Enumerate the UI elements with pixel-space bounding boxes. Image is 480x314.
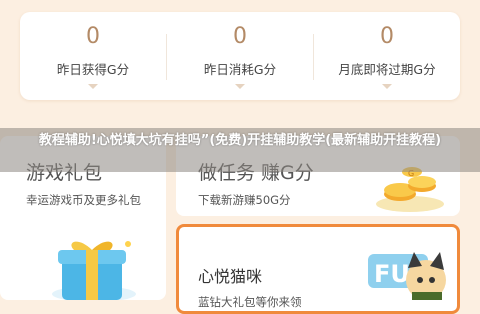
games-gift-subtitle: 幸运游戏币及更多礼包 bbox=[26, 193, 141, 207]
chevron-down-icon bbox=[88, 84, 98, 89]
stat-yesterday-earned[interactable]: 0 昨日获得G分 bbox=[20, 12, 166, 100]
stat-expiring[interactable]: 0 月底即将过期G分 bbox=[314, 12, 460, 100]
stat-value: 0 bbox=[380, 24, 394, 49]
points-summary-card: 0 昨日获得G分 0 昨日消耗G分 0 月底即将过期G分 bbox=[20, 12, 460, 100]
cat-card-title: 心悦猫咪 bbox=[198, 267, 263, 286]
stat-label: 昨日消耗G分 bbox=[203, 62, 277, 77]
svg-text:FU: FU bbox=[374, 260, 410, 288]
earn-points-subtitle: 下载新游赚50G分 bbox=[198, 193, 291, 207]
stat-value: 0 bbox=[86, 24, 100, 49]
stat-label: 昨日获得G分 bbox=[56, 62, 130, 77]
overlay-title: 教程辅助!心悦填大坑有挂吗”(免费)开挂辅助教学(最新辅助开挂教程) bbox=[38, 133, 442, 148]
cat-card-subtitle: 蓝钻大礼包等你来领 bbox=[198, 295, 302, 309]
stat-value: 0 bbox=[233, 24, 247, 49]
stat-yesterday-spent[interactable]: 0 昨日消耗G分 bbox=[167, 12, 313, 100]
chevron-down-icon bbox=[382, 84, 392, 89]
cat-mascot-icon: FU bbox=[368, 252, 446, 300]
gift-box-icon bbox=[52, 241, 136, 300]
chevron-down-icon bbox=[235, 84, 245, 89]
stat-label: 月底即将过期G分 bbox=[338, 62, 436, 77]
